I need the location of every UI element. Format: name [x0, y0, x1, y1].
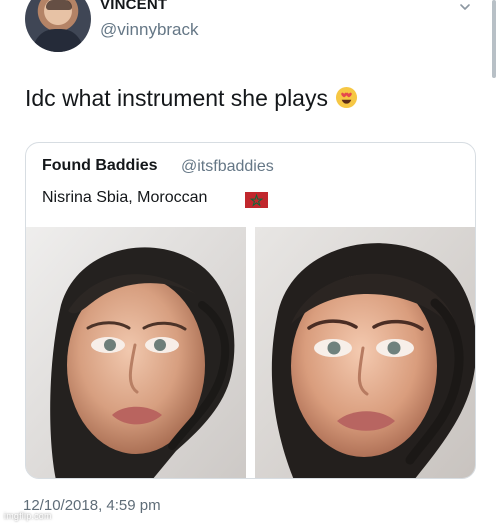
portrait-photo-right[interactable]	[255, 227, 475, 478]
quoted-tweet-display-name[interactable]: Found Baddies	[42, 157, 158, 175]
author-avatar[interactable]	[25, 0, 91, 52]
author-display-name[interactable]: VINCENT	[100, 0, 167, 13]
quoted-tweet-handle[interactable]: @itsfbaddies	[181, 158, 274, 176]
chevron-down-icon[interactable]	[459, 1, 471, 13]
heart-eyes-emoji-icon	[335, 86, 358, 109]
author-handle[interactable]: @vinnybrack	[100, 20, 199, 40]
tweet-text-label: Idc what instrument she plays	[25, 85, 328, 111]
scrollbar[interactable]	[492, 0, 496, 78]
quoted-tweet-card[interactable]: Found Baddies @itsfbaddies Nisrina Sbia,…	[25, 142, 476, 479]
avatar-hair-shape	[46, 0, 72, 10]
imgflip-watermark: imgflip.com	[4, 511, 52, 521]
portrait-photo-left[interactable]	[26, 227, 246, 478]
avatar-shirt-shape	[33, 29, 83, 52]
morocco-flag-icon	[245, 192, 268, 208]
quoted-tweet-text: Nisrina Sbia, Moroccan	[42, 189, 208, 206]
tweet-text: Idc what instrument she plays	[25, 84, 358, 112]
